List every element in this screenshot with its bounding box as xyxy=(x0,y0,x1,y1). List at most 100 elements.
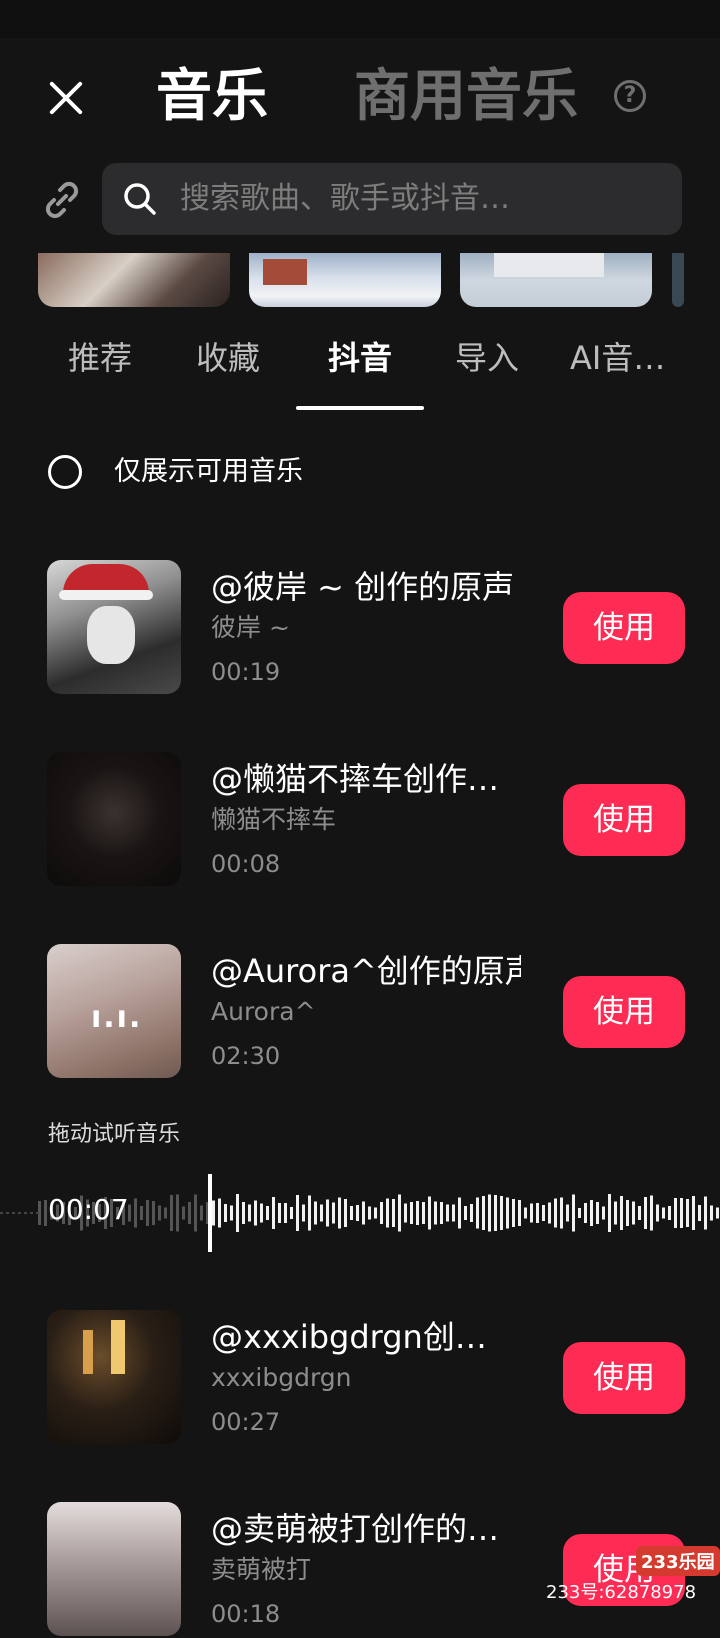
waveform-bar xyxy=(404,1203,407,1223)
waveform-bar xyxy=(470,1204,473,1222)
track-duration: 00:27 xyxy=(211,1408,281,1436)
banner-card[interactable] xyxy=(672,253,684,307)
track-duration: 00:08 xyxy=(211,850,281,878)
preview-position: 00:07 xyxy=(48,1193,129,1226)
page-title[interactable]: 音乐 xyxy=(156,62,268,132)
track-title: @懒猫不摔车创作… xyxy=(211,760,500,798)
waveform-bar xyxy=(350,1206,353,1220)
watermark-text: 233号:62878978 xyxy=(546,1582,697,1603)
waveform-bar xyxy=(308,1195,311,1231)
waveform-bar xyxy=(218,1198,221,1228)
track-duration: 02:30 xyxy=(211,1042,281,1070)
waveform-bar xyxy=(644,1197,647,1229)
tab-favorites[interactable]: 收藏 xyxy=(196,334,260,382)
waveform-bar xyxy=(212,1200,215,1226)
waveform-bar xyxy=(716,1207,719,1219)
waveform-bar xyxy=(338,1197,341,1229)
waveform-bar xyxy=(0,1212,3,1214)
waveform-bar xyxy=(344,1199,347,1227)
waveform-bar xyxy=(386,1198,389,1228)
tab-douyin[interactable]: 抖音 xyxy=(328,334,404,382)
waveform-bar xyxy=(290,1207,293,1219)
waveform-bar xyxy=(710,1205,713,1221)
waveform-bar xyxy=(674,1198,677,1228)
banner-card[interactable] xyxy=(38,253,230,307)
active-tab-indicator xyxy=(296,406,424,410)
track-title: @xxxibgdrgn创… xyxy=(211,1318,487,1356)
search-icon xyxy=(124,183,156,215)
waveform-bar xyxy=(452,1204,455,1222)
waveform-bar xyxy=(374,1207,377,1219)
track-cover[interactable]: ı.ı. xyxy=(47,944,181,1078)
waveform-bar xyxy=(530,1203,533,1223)
waveform-bar xyxy=(584,1203,587,1223)
track-row[interactable]: @懒猫不摔车创作… 懒猫不摔车 00:08 使用 xyxy=(0,752,720,888)
waveform-bar xyxy=(326,1199,329,1227)
track-row[interactable]: @卖萌被打创作的… 卖萌被打 00:18 使用 xyxy=(0,1502,720,1638)
tab-ai-music[interactable]: AI音… xyxy=(570,334,665,382)
help-icon[interactable]: ? xyxy=(614,80,646,112)
waveform-bar xyxy=(248,1204,251,1222)
waveform-bar xyxy=(692,1196,695,1230)
close-icon[interactable] xyxy=(44,76,88,120)
waveform-bar xyxy=(650,1195,653,1231)
banner-card[interactable] xyxy=(249,253,441,307)
available-only-radio[interactable] xyxy=(48,455,82,489)
use-button[interactable]: 使用 xyxy=(563,592,685,664)
waveform-bar xyxy=(500,1196,503,1230)
track-cover[interactable] xyxy=(47,1502,181,1636)
waveform-bar xyxy=(578,1208,581,1218)
waveform-bar xyxy=(614,1201,617,1225)
waveform-bar xyxy=(392,1199,395,1227)
search-placeholder: 搜索歌曲、歌手或抖音… xyxy=(180,181,510,216)
waveform-bar xyxy=(596,1202,599,1224)
available-only-label[interactable]: 仅展示可用音乐 xyxy=(114,452,303,492)
waveform-bar xyxy=(416,1201,419,1225)
waveform-bar xyxy=(542,1205,545,1221)
track-title: @Aurora^创作的原声 xyxy=(211,952,521,990)
track-row[interactable]: ı.ı. @Aurora^创作的原声 Aurora^ 02:30 使用 xyxy=(0,944,720,1080)
waveform-bar xyxy=(236,1194,239,1232)
waveform-bar xyxy=(152,1201,155,1225)
tab-commercial-music[interactable]: 商用音乐 xyxy=(354,62,578,132)
waveform-bar xyxy=(476,1197,479,1229)
track-cover[interactable] xyxy=(47,752,181,886)
waveform-bar xyxy=(422,1202,425,1224)
track-row[interactable]: @彼岸 ~ 创作的原声 彼岸 ~ 00:19 使用 xyxy=(0,560,720,696)
use-button[interactable]: 使用 xyxy=(563,976,685,1048)
waveform-bar xyxy=(314,1201,317,1225)
waveform-bar xyxy=(458,1197,461,1229)
link-icon[interactable] xyxy=(40,178,84,222)
use-button[interactable]: 使用 xyxy=(563,784,685,856)
waveform-bar xyxy=(434,1201,437,1225)
waveform-bar xyxy=(548,1202,551,1224)
waveform-bar xyxy=(254,1200,257,1226)
waveform-bar xyxy=(566,1204,569,1222)
waveform-bar xyxy=(602,1206,605,1220)
waveform-playhead xyxy=(208,1174,212,1252)
waveform-bar xyxy=(680,1198,683,1228)
tab-import[interactable]: 导入 xyxy=(455,334,519,382)
waveform-bar xyxy=(272,1197,275,1229)
waveform-bar xyxy=(620,1196,623,1230)
track-cover[interactable] xyxy=(47,1310,181,1444)
waveform-bar xyxy=(36,1212,39,1214)
waveform-bar xyxy=(6,1212,9,1214)
waveform-bar xyxy=(320,1204,323,1222)
search-input[interactable]: 搜索歌曲、歌手或抖音… xyxy=(102,163,682,235)
waveform-bar xyxy=(158,1205,161,1221)
waveform-bar xyxy=(380,1202,383,1224)
waveform-bar xyxy=(18,1212,21,1214)
waveform-bar xyxy=(626,1200,629,1226)
track-row[interactable]: @xxxibgdrgn创… xxxibgdrgn 00:27 使用 xyxy=(0,1310,720,1446)
waveform-bar xyxy=(632,1201,635,1225)
waveform-bar xyxy=(668,1206,671,1220)
track-cover[interactable] xyxy=(47,560,181,694)
waveform-bar xyxy=(536,1203,539,1223)
banner-card[interactable] xyxy=(460,253,652,307)
tab-recommend[interactable]: 推荐 xyxy=(68,334,132,382)
waveform-bar xyxy=(440,1202,443,1224)
use-button[interactable]: 使用 xyxy=(563,1342,685,1414)
waveform-bar xyxy=(572,1194,575,1232)
waveform-bar xyxy=(488,1194,491,1232)
